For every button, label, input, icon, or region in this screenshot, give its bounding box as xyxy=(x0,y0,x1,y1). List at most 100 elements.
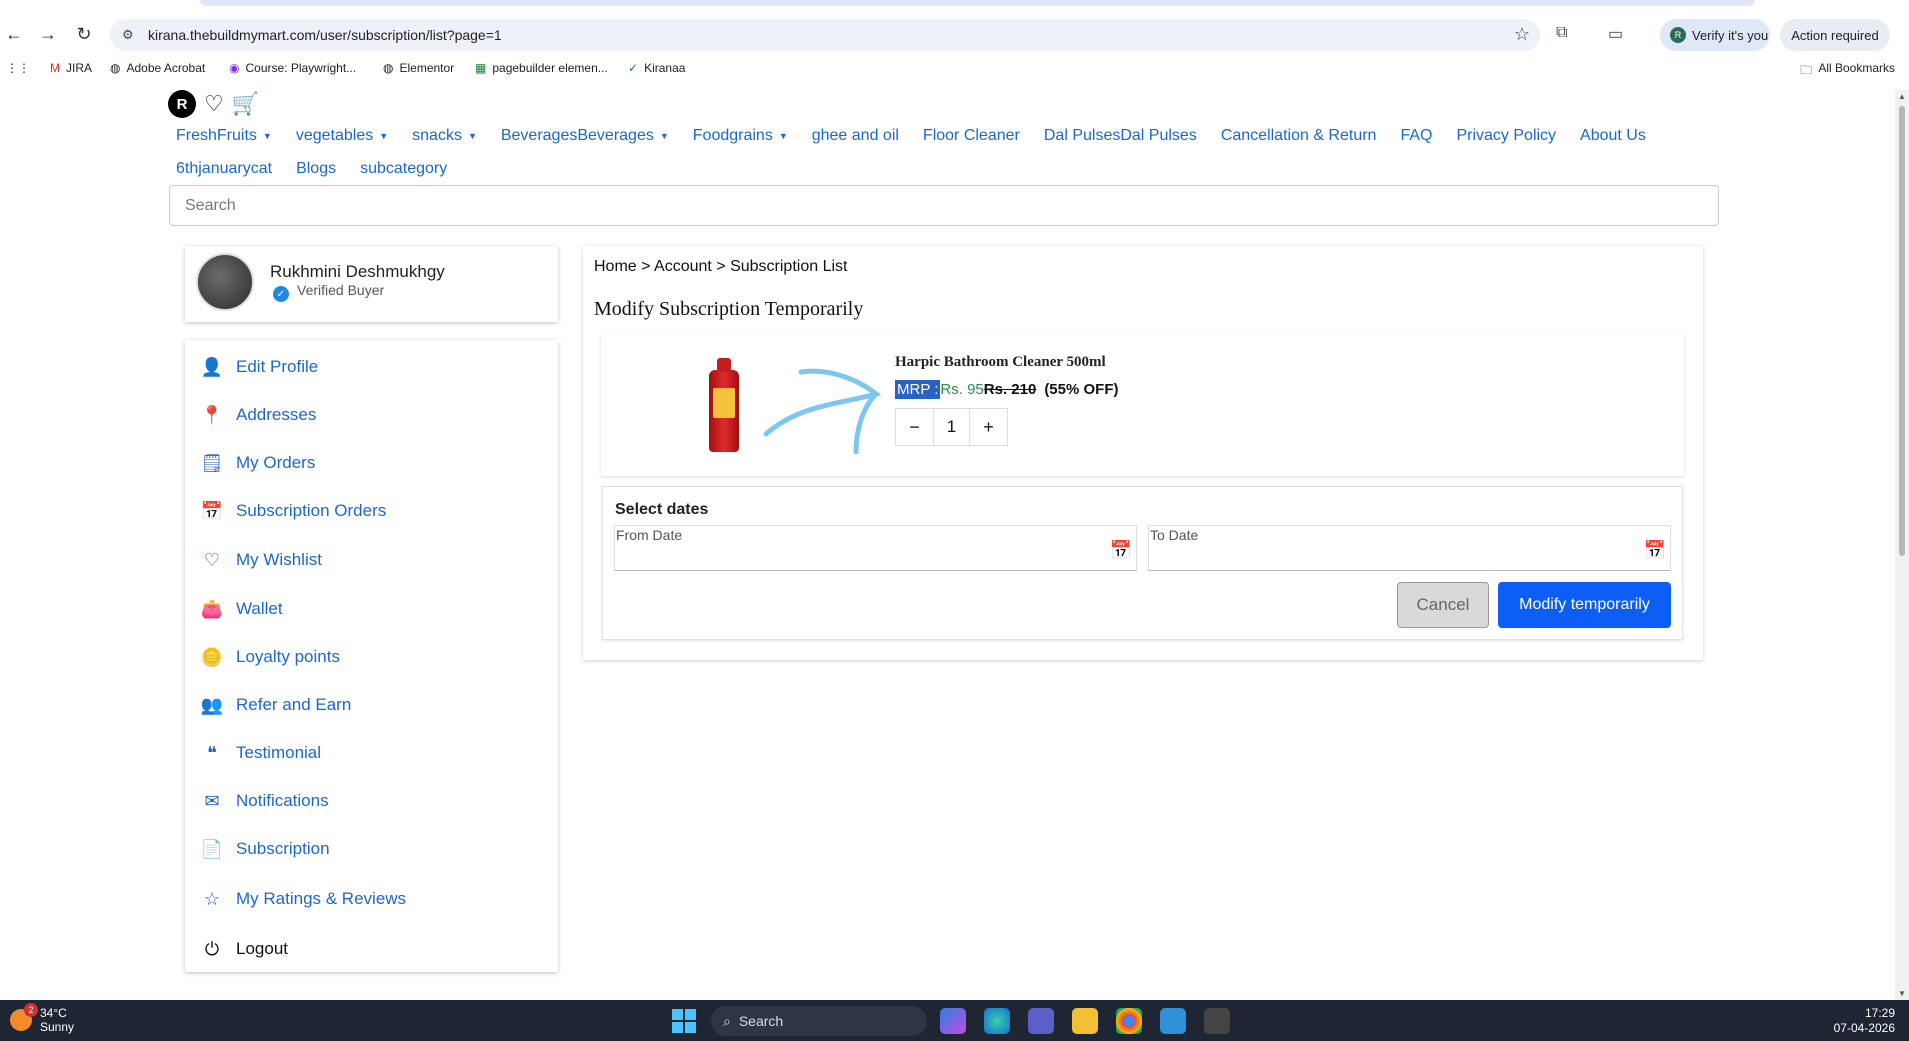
to-date-field[interactable]: To Date 📅 xyxy=(1148,525,1671,571)
bookmark-jira[interactable]: M JIRA xyxy=(50,61,92,75)
sidebar-item-testimonial[interactable]: ❝ Testimonial xyxy=(200,741,321,765)
nav-item-1[interactable]: vegetables ▼ xyxy=(296,124,388,148)
sidebar-item-subscription[interactable]: 📄 Subscription xyxy=(200,837,330,861)
chrome-icon[interactable] xyxy=(1116,1008,1142,1034)
page-title: Modify Subscription Temporarily xyxy=(594,298,864,320)
back-icon[interactable]: ← xyxy=(0,20,28,48)
system-clock[interactable]: 17:29 07-04-2026 xyxy=(1834,1006,1895,1036)
site-info-icon[interactable]: ⚙ xyxy=(122,27,134,43)
nav-item-10[interactable]: Privacy Policy xyxy=(1456,124,1556,148)
bookmark-adobe[interactable]: ◍ Adobe Acrobat xyxy=(110,61,205,75)
nav-item-6thjanuarycat[interactable]: 6thjanuarycat xyxy=(176,160,272,178)
bookmark-elementor[interactable]: ◍ Elementor xyxy=(383,61,454,75)
nav-item-2[interactable]: snacks ▼ xyxy=(412,124,477,148)
original-price: Rs. 210 xyxy=(983,381,1037,398)
nav-item-0[interactable]: FreshFruits ▼ xyxy=(176,124,272,148)
bookmark-kiranaa[interactable]: ✓ Kiranaa xyxy=(628,61,685,75)
nav-item-4[interactable]: Foodgrains ▼ xyxy=(693,124,788,148)
mail-icon: ✉ xyxy=(204,790,220,811)
nav-item-label: FAQ xyxy=(1400,127,1433,144)
wishlist-heart-icon[interactable]: ♡ xyxy=(204,91,224,117)
nav-item-label: ghee and oil xyxy=(811,127,899,144)
forward-icon[interactable]: → xyxy=(34,20,62,48)
reload-icon[interactable]: ↻ xyxy=(70,20,98,48)
sidebar-item-wallet[interactable]: 👛 Wallet xyxy=(200,597,283,621)
sidebar-item-addresses[interactable]: 📍 Addresses xyxy=(200,403,317,427)
sidebar-item-my-orders[interactable]: 🗒 My Orders xyxy=(200,451,316,475)
heart-icon: ♡ xyxy=(203,549,221,570)
page-scrollbar[interactable]: ▲ ▼ xyxy=(1895,90,1909,1000)
profile-status: Verified Buyer xyxy=(297,282,385,298)
sidebar-item-my-wishlist[interactable]: ♡ My Wishlist xyxy=(200,548,322,572)
sidebar-item-label: Testimonial xyxy=(236,743,322,762)
windows-start-icon[interactable] xyxy=(672,1009,696,1033)
sidebar-item-notifications[interactable]: ✉ Notifications xyxy=(200,789,328,813)
account-sidebar: ⏻ Logout 👤 Edit Profile 📍 Addresses 🗒 My Orde… xyxy=(185,340,558,972)
sidebar-item-label: Edit Profile xyxy=(236,357,319,376)
sidebar-item-refer-and-earn[interactable]: 👥 Refer and Earn xyxy=(200,693,352,717)
user-avatar[interactable]: R xyxy=(168,90,196,118)
nav-item-6[interactable]: Floor Cleaner xyxy=(923,124,1020,148)
chevron-down-icon: ▼ xyxy=(778,131,788,141)
sidebar-item-logout[interactable]: ⏻ Logout xyxy=(200,937,288,961)
bookmark-label: Course: Playwright... xyxy=(245,61,357,75)
search-input[interactable]: Search xyxy=(169,185,1719,226)
nav-item-blogs[interactable]: Blogs xyxy=(296,160,336,178)
sidebar-item-subscription-orders[interactable]: 📅 Subscription Orders xyxy=(200,499,386,523)
calendar-icon[interactable]: 📅 xyxy=(1644,540,1666,561)
nav-item-5[interactable]: ghee and oil xyxy=(812,124,899,148)
nav-item-subcategory[interactable]: subcategory xyxy=(360,160,447,178)
sidebar-item-label: Loyalty points xyxy=(236,647,340,666)
notepad-icon[interactable] xyxy=(1160,1008,1186,1034)
folder-icon: 🗀 xyxy=(1800,63,1813,77)
address-bar[interactable]: ⚙ kirana.thebuildmymart.com/user/subscri… xyxy=(110,19,1540,51)
increase-quantity-button[interactable]: + xyxy=(970,409,1007,445)
decrease-quantity-button[interactable]: − xyxy=(896,409,933,445)
nav-item-7[interactable]: Dal PulsesDal Pulses xyxy=(1044,124,1197,148)
edge-icon[interactable] xyxy=(984,1008,1010,1034)
bookmark-course[interactable]: ◉ Course: Playwright... xyxy=(229,61,356,75)
extensions-icon[interactable]: ⧉ xyxy=(1556,24,1567,42)
sidebar-item-edit-profile[interactable]: 👤 Edit Profile xyxy=(200,355,318,379)
app-icon[interactable] xyxy=(1204,1008,1230,1034)
star-icon: ☆ xyxy=(203,888,221,909)
cancel-button[interactable]: Cancel xyxy=(1397,582,1489,628)
bookmark-pagebuilder[interactable]: ▦ pagebuilder elemen... xyxy=(475,61,608,75)
clock-date: 07-04-2026 xyxy=(1833,1021,1895,1035)
modify-temporarily-button[interactable]: Modify temporarily xyxy=(1498,582,1671,628)
scrollbar-thumb[interactable] xyxy=(1899,106,1905,556)
calendar-icon[interactable]: 📅 xyxy=(1110,540,1132,561)
from-date-field[interactable]: From Date 📅 xyxy=(614,525,1137,571)
nav-item-9[interactable]: FAQ xyxy=(1400,124,1432,148)
nav-item-8[interactable]: Cancellation & Return xyxy=(1221,124,1377,148)
copilot-icon[interactable] xyxy=(940,1008,966,1034)
course-icon: ◉ xyxy=(229,61,240,75)
cart-icon[interactable]: 🛒 xyxy=(232,91,259,117)
sidebar-item-loyalty-points[interactable]: 🪙 Loyalty points xyxy=(200,645,340,669)
sidebar-item-label: Subscription Orders xyxy=(236,501,387,520)
sidebar-item-my-ratings-reviews[interactable]: ☆ My Ratings & Reviews xyxy=(200,887,406,911)
scroll-up-icon[interactable]: ▲ xyxy=(1898,92,1906,101)
chevron-down-icon: ▼ xyxy=(659,131,669,141)
tab-search-icon[interactable]: ▭ xyxy=(1608,24,1623,44)
breadcrumb[interactable]: Home > Account > Subscription List xyxy=(594,258,847,276)
action-required-button[interactable]: Action required xyxy=(1780,19,1890,51)
nav-item-3[interactable]: BeveragesBeverages ▼ xyxy=(501,124,669,148)
nav-item-label: vegetables xyxy=(295,127,374,144)
bookmark-label: JIRA xyxy=(66,61,93,75)
apps-icon[interactable]: ⋮⋮ xyxy=(6,61,30,75)
bookmark-star-icon[interactable]: ☆ xyxy=(1514,24,1530,45)
header-icons: R ♡ 🛒 xyxy=(168,90,259,118)
verify-profile-button[interactable]: R Verify it's you xyxy=(1660,19,1770,51)
scroll-down-icon[interactable]: ▼ xyxy=(1898,989,1906,998)
url-text[interactable]: kirana.thebuildmymart.com/user/subscript… xyxy=(148,27,502,43)
quantity-value[interactable]: 1 xyxy=(933,409,970,445)
file-explorer-icon[interactable] xyxy=(1072,1008,1098,1034)
teams-icon[interactable] xyxy=(1028,1008,1054,1034)
nav-item-11[interactable]: About Us xyxy=(1580,124,1646,148)
chevron-down-icon: ▼ xyxy=(467,131,477,141)
taskbar-search[interactable]: ⌕ Search xyxy=(711,1006,927,1036)
weather-widget[interactable]: 2 34°C Sunny xyxy=(10,1003,74,1034)
all-bookmarks[interactable]: 🗀 All Bookmarks xyxy=(1800,61,1895,82)
product-name[interactable]: Harpic Bathroom Cleaner 500ml xyxy=(895,354,1106,371)
